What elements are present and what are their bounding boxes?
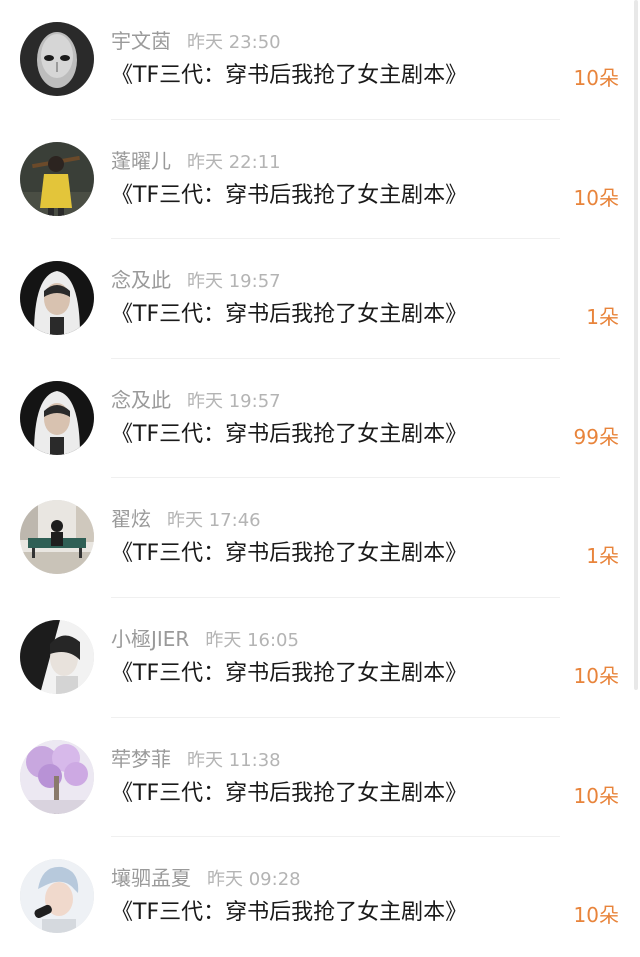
singer-microphone-icon (20, 859, 94, 934)
comment-text[interactable]: 《TF三代：穿书后我抢了女主剧本》 (111, 420, 467, 450)
comment-text[interactable]: 《TF三代：穿书后我抢了女主剧本》 (111, 61, 467, 91)
timestamp: 昨天 23:50 (187, 32, 281, 53)
comment-text[interactable]: 《TF三代：穿书后我抢了女主剧本》 (111, 181, 467, 211)
gift-count: 10朵 (573, 66, 619, 90)
comment-meta: 荦梦菲 昨天 11:38 (111, 746, 281, 772)
gift-count: 99朵 (573, 424, 619, 449)
character-icon (20, 141, 94, 216)
blossom-tree-icon (20, 739, 94, 814)
gift-count: 10朵 (573, 663, 619, 688)
timestamp: 昨天 19:57 (187, 271, 281, 293)
list-item[interactable]: 壤驷孟夏 昨天 09:28 《TF三代：穿书后我抢了女主剧本》 10朵 (0, 837, 640, 957)
hooded-person-icon (20, 261, 94, 336)
singer-microphone-avatar[interactable] (20, 859, 94, 934)
user-name[interactable]: 宇文茵 (111, 29, 171, 53)
list-item[interactable]: 荦梦菲 昨天 11:38 《TF三代：穿书后我抢了女主剧本》 10朵 (0, 718, 640, 838)
comment-meta: 宇文茵 昨天 23:50 (111, 28, 281, 54)
gift-count: 1朵 (586, 305, 619, 330)
comment-meta: 蓬曜儿 昨天 22:11 (111, 148, 281, 174)
bw-portrait-avatar[interactable] (20, 619, 94, 694)
comment-meta: 念及此 昨天 19:57 (111, 387, 281, 413)
timestamp: 昨天 16:05 (205, 629, 299, 651)
comment-text[interactable]: 《TF三代：穿书后我抢了女主剧本》 (111, 300, 467, 330)
timestamp: 昨天 17:46 (167, 510, 261, 532)
mask-face-avatar[interactable] (20, 22, 94, 96)
hooded-person-avatar[interactable] (20, 380, 94, 455)
hooded-person-icon (20, 380, 94, 455)
bw-portrait-icon (20, 619, 94, 694)
list-item[interactable]: 念及此 昨天 19:57 《TF三代：穿书后我抢了女主剧本》 1朵 (0, 239, 640, 359)
gift-count: 10朵 (573, 783, 619, 808)
gift-count: 10朵 (573, 185, 619, 210)
user-name[interactable]: 念及此 (111, 388, 171, 412)
comment-text[interactable]: 《TF三代：穿书后我抢了女主剧本》 (111, 659, 467, 689)
bench-person-avatar[interactable] (20, 500, 94, 575)
comment-meta: 小極JIER 昨天 16:05 (111, 626, 299, 652)
list-item[interactable]: 翟炫 昨天 17:46 《TF三代：穿书后我抢了女主剧本》 1朵 (0, 478, 640, 598)
blossom-tree-avatar[interactable] (20, 739, 94, 814)
comment-meta: 念及此 昨天 19:57 (111, 267, 281, 293)
timestamp: 昨天 11:38 (187, 749, 281, 771)
comment-list: 宇文茵 昨天 23:50 《TF三代：穿书后我抢了女主剧本》 10朵 蓬曜儿 昨天 … (0, 0, 640, 957)
scrollbar[interactable] (634, 0, 638, 690)
user-name[interactable]: 荦梦菲 (111, 747, 171, 771)
comment-meta: 翟炫 昨天 17:46 (111, 506, 261, 532)
comment-text[interactable]: 《TF三代：穿书后我抢了女主剧本》 (111, 898, 467, 928)
user-name[interactable]: 蓬曜儿 (111, 149, 171, 173)
gift-count: 1朵 (586, 544, 619, 569)
user-name[interactable]: 翟炫 (111, 507, 151, 531)
list-item[interactable]: 念及此 昨天 19:57 《TF三代：穿书后我抢了女主剧本》 99朵 (0, 359, 640, 479)
gift-count: 10朵 (573, 903, 619, 928)
comment-meta: 壤驷孟夏 昨天 09:28 (111, 865, 301, 891)
list-item[interactable]: 宇文茵 昨天 23:50 《TF三代：穿书后我抢了女主剧本》 10朵 (0, 0, 640, 120)
timestamp: 昨天 09:28 (207, 869, 301, 891)
user-name[interactable]: 壤驷孟夏 (111, 866, 191, 890)
comment-text[interactable]: 《TF三代：穿书后我抢了女主剧本》 (111, 779, 467, 809)
timestamp: 昨天 19:57 (187, 390, 281, 412)
user-name[interactable]: 念及此 (111, 268, 171, 292)
list-item[interactable]: 蓬曜儿 昨天 22:11 《TF三代：穿书后我抢了女主剧本》 10朵 (0, 120, 640, 240)
comment-text[interactable]: 《TF三代：穿书后我抢了女主剧本》 (111, 539, 467, 569)
mask-face-icon (20, 22, 94, 96)
bench-person-icon (20, 500, 94, 575)
list-item[interactable]: 小極JIER 昨天 16:05 《TF三代：穿书后我抢了女主剧本》 10朵 (0, 598, 640, 718)
hooded-person-avatar[interactable] (20, 261, 94, 336)
user-name[interactable]: 小極JIER (111, 627, 189, 651)
yellow-raincoat-character-avatar[interactable] (20, 141, 94, 216)
timestamp: 昨天 22:11 (187, 151, 281, 173)
